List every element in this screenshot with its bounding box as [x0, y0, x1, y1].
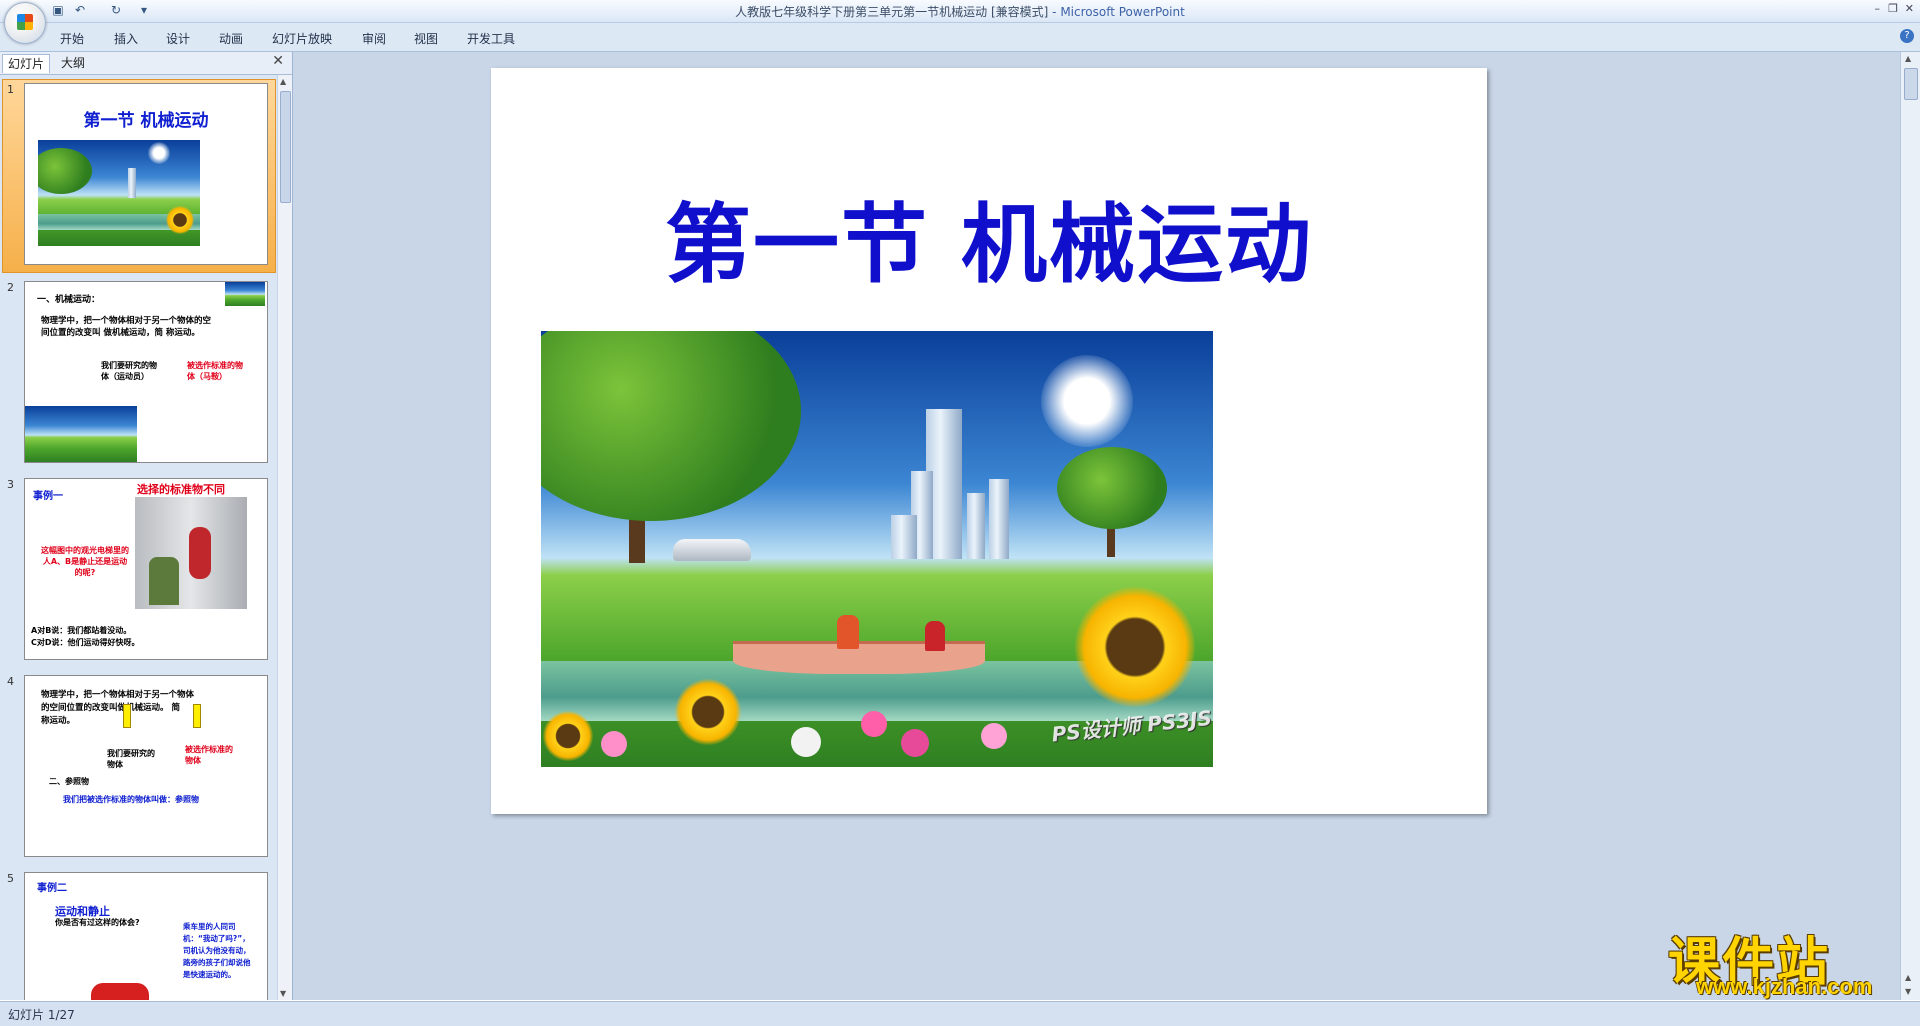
close-pane-icon[interactable]: ✕ — [272, 53, 284, 69]
help-icon[interactable]: ? — [1900, 29, 1914, 43]
tab-developer[interactable]: 开发工具 — [467, 30, 515, 47]
thumb-note: 我们要研究的物体（运动员） — [101, 361, 157, 381]
office-logo-icon — [17, 14, 33, 30]
slides-pane: 幻灯片 大纲 ✕ 1 第一节 机械运动 2 一、机械运动： 物理学中，把一个物体… — [0, 52, 293, 1000]
scroll-up-icon[interactable]: ▲ — [280, 77, 286, 86]
thumb-text-line: 物理学中，把一个物体相对于另一个物体 — [41, 690, 195, 700]
watermark-url: www.kjzhan.com — [1696, 974, 1873, 999]
document-title: 人教版七年级科学下册第三单元第一节机械运动 [兼容模式] — [735, 5, 1049, 19]
minimize-button[interactable]: – — [1875, 2, 1881, 15]
boat-graphic — [733, 641, 985, 674]
slide-thumbnail-1[interactable]: 第一节 机械运动 — [24, 83, 268, 265]
thumb-text-line: 的空间位置的改变叫做机械运动。 简 — [41, 703, 180, 713]
thumb-heading: 一、机械运动： — [37, 295, 101, 305]
slide-number: 4 — [7, 675, 14, 688]
site-watermark: 课件站 www.kjzhan.com — [1668, 920, 1904, 1000]
scroll-down-icon[interactable]: ▼ — [280, 989, 286, 998]
thumb-elevator-image — [135, 497, 247, 609]
person-graphic — [925, 621, 945, 651]
slide-counter: 幻灯片 1/27 — [8, 1008, 75, 1022]
previous-slide-icon[interactable]: ▲ — [1905, 973, 1911, 982]
thumb-text-line: 你是否有过这样的体会? — [55, 918, 140, 927]
tab-design[interactable]: 设计 — [166, 30, 190, 47]
slide-number: 1 — [7, 83, 14, 96]
slide-thumbnail-3[interactable]: 事例一 选择的标准物不同 这幅图中的观光电梯里的人A、B是静止还是运动的呢? A… — [24, 478, 268, 660]
scroll-thumb[interactable] — [1904, 68, 1918, 100]
thumb-heading: 事例二 — [37, 883, 67, 894]
close-window-button[interactable]: ✕ — [1905, 2, 1914, 15]
pane-tabs: 幻灯片 大纲 ✕ — [0, 52, 292, 75]
restore-button[interactable]: ❐ — [1888, 2, 1898, 15]
thumb-heading: 事例一 — [33, 491, 63, 502]
sun-graphic — [1041, 355, 1133, 447]
tab-insert[interactable]: 插入 — [114, 30, 138, 47]
tab-slides[interactable]: 幻灯片 — [2, 54, 51, 73]
thumb-text-line: 称运动。 — [41, 716, 76, 726]
tab-view[interactable]: 视图 — [414, 30, 438, 47]
thumb-note: 被选作标准的物体 — [185, 745, 233, 765]
slide-number: 5 — [7, 872, 14, 885]
scroll-up-icon[interactable]: ▲ — [1905, 54, 1911, 63]
current-slide[interactable]: 第一节 机械运动 PS设计师 PS3JS.COM — [491, 68, 1487, 814]
landscape-image[interactable]: PS设计师 PS3JS.COM — [541, 331, 1213, 767]
thumb-question: 这幅图中的观光电梯里的人A、B是静止还是运动的呢? — [41, 546, 129, 577]
tab-slide-show[interactable]: 幻灯片放映 — [272, 30, 332, 47]
title-bar: ▣ ↶ ↻ ▾ 人教版七年级科学下册第三单元第一节机械运动 [兼容模式] - M… — [0, 0, 1920, 23]
slide-thumbnail-2[interactable]: 一、机械运动： 物理学中，把一个物体相对于另一个物体的空 间位置的改变叫 做机械… — [24, 281, 268, 463]
thumb-landscape-image — [25, 406, 137, 462]
thumb-small-image — [225, 282, 265, 306]
thumb-text-line: C对D说：他们运动得好快呀。 — [31, 638, 140, 647]
ribbon-tabs: 开始 插入 设计 动画 幻灯片放映 审阅 视图 开发工具 ? — [0, 23, 1920, 52]
thumb-title: 第一节 机械运动 — [83, 111, 209, 131]
slide-thumbnail-5[interactable]: 事例二 运动和静止 你是否有过这样的体会? 乘车里的人同司机：“我动了吗?”，司… — [24, 872, 268, 1000]
pane-scrollbar[interactable]: ▲ ▼ — [277, 75, 292, 1000]
thumb-arrow-icon — [123, 704, 131, 728]
tree-graphic — [541, 331, 801, 521]
scroll-thumb[interactable] — [280, 91, 291, 203]
thumb-note: 我们要研究的物体 — [107, 749, 155, 769]
window-title: 人教版七年级科学下册第三单元第一节机械运动 [兼容模式] - Microsoft… — [0, 3, 1920, 20]
slide-title[interactable]: 第一节 机械运动 — [491, 174, 1487, 299]
status-bar: 幻灯片 1/27 — [0, 1001, 1920, 1026]
slide-thumbnail-4[interactable]: 物理学中，把一个物体相对于另一个物体 的空间位置的改变叫做机械运动。 简 称运动… — [24, 675, 268, 857]
next-slide-icon[interactable]: ▼ — [1905, 987, 1911, 996]
thumb-definition: 我们把被选作标准的物体叫做：参照物 — [63, 795, 199, 804]
slide-number: 3 — [7, 478, 14, 491]
thumb-banner: 选择的标准物不同 — [137, 483, 225, 496]
application-name: - Microsoft PowerPoint — [1048, 5, 1185, 19]
person-graphic — [837, 615, 859, 649]
thumb-note: 被选作标准的物体（马鞍） — [187, 361, 243, 381]
sunflower-graphic — [1075, 587, 1195, 707]
thumb-arrow-icon — [193, 704, 201, 728]
car-graphic — [673, 539, 751, 561]
thumb-text-line: 间位置的改变叫 做机械运动，简 称运动。 — [41, 328, 200, 338]
office-button[interactable] — [4, 2, 46, 44]
slide-editing-area: 第一节 机械运动 PS设计师 PS3JS.COM — [293, 52, 1901, 1000]
thumb-text-line: A对B说：我们都站着没动。 — [31, 626, 132, 635]
tab-home[interactable]: 开始 — [60, 30, 84, 47]
tab-review[interactable]: 审阅 — [362, 30, 386, 47]
main-scrollbar[interactable]: ▲ ▲ ▼ — [1900, 52, 1920, 1000]
thumb-text-line: 物理学中，把一个物体相对于另一个物体的空 — [41, 316, 212, 326]
slide-thumbnails: 1 第一节 机械运动 2 一、机械运动： 物理学中，把一个物体相对于另一个物体的… — [0, 75, 276, 1000]
tab-outline[interactable]: 大纲 — [56, 54, 90, 72]
thumb-landscape-image — [38, 140, 200, 246]
tab-animations[interactable]: 动画 — [219, 30, 243, 47]
thumb-side-text: 乘车里的人同司机：“我动了吗?”，司机认为他没有动，路旁的孩子们却说他是快速运动… — [183, 922, 251, 979]
thumb-car-image — [91, 983, 149, 1000]
slide-number: 2 — [7, 281, 14, 294]
thumb-section: 二、参照物 — [49, 777, 89, 786]
